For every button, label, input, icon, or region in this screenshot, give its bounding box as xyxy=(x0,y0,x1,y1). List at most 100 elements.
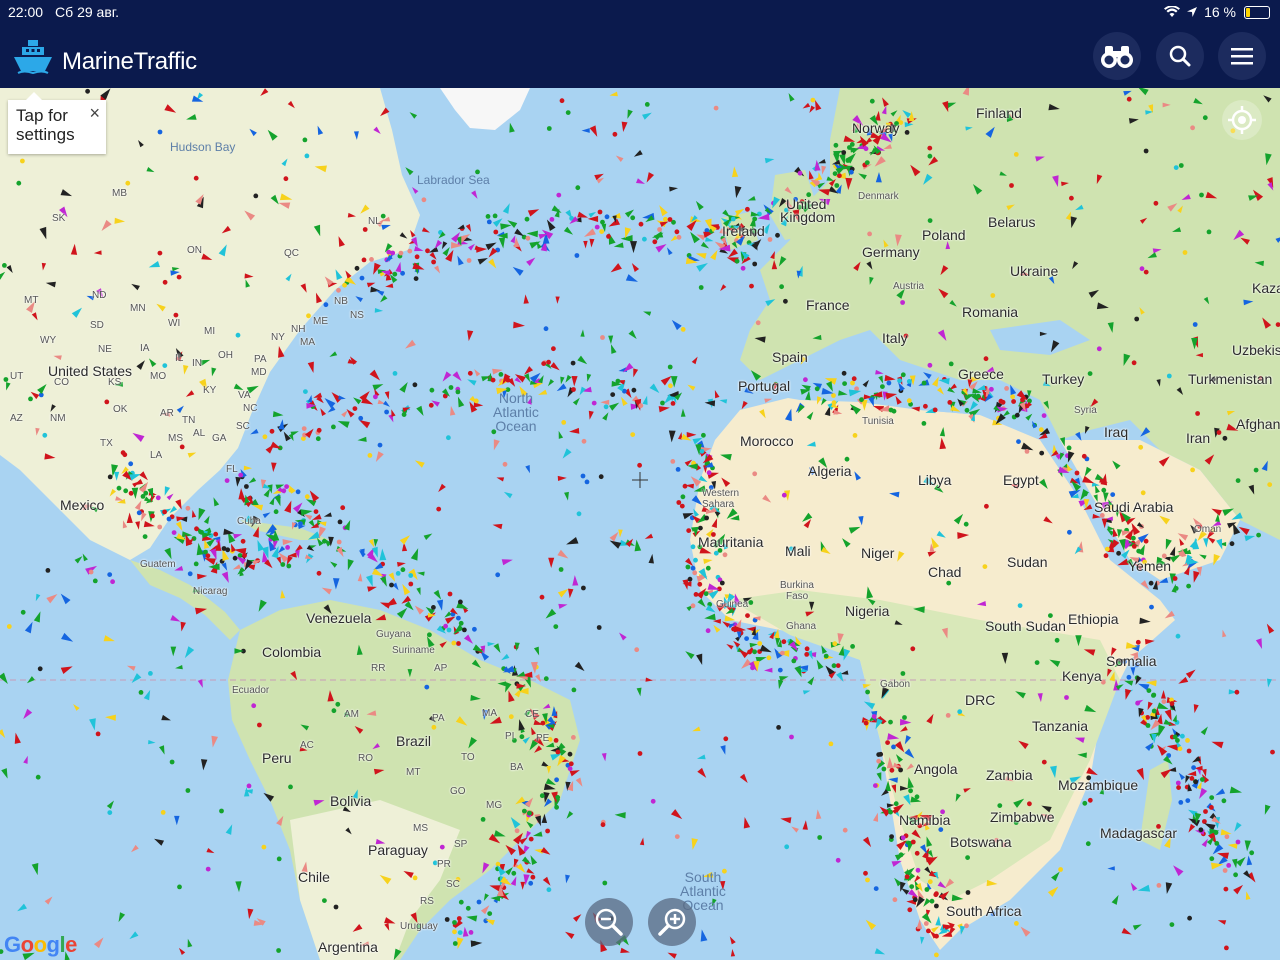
vessel-marker[interactable] xyxy=(507,122,515,133)
vessel-marker[interactable] xyxy=(602,880,608,886)
vessel-marker[interactable] xyxy=(1013,152,1019,157)
vessel-marker[interactable] xyxy=(919,936,925,945)
vessel-marker[interactable] xyxy=(902,715,907,720)
vessel-marker[interactable] xyxy=(777,667,783,673)
vessel-marker[interactable] xyxy=(613,242,624,249)
vessel-marker[interactable] xyxy=(693,592,699,597)
vessel-marker[interactable] xyxy=(1209,856,1215,862)
vessel-marker[interactable] xyxy=(249,428,259,437)
vessel-marker[interactable] xyxy=(366,280,376,288)
vessel-marker[interactable] xyxy=(997,803,1003,808)
vessel-marker[interactable] xyxy=(607,218,621,230)
vessel-marker[interactable] xyxy=(452,929,457,935)
vessel-marker[interactable] xyxy=(205,866,211,872)
vessel-marker[interactable] xyxy=(24,620,36,634)
vessel-marker[interactable] xyxy=(1016,439,1021,444)
vessel-marker[interactable] xyxy=(757,211,762,217)
vessel-marker[interactable] xyxy=(1151,692,1157,698)
vessel-marker[interactable] xyxy=(367,453,373,458)
vessel-marker[interactable] xyxy=(240,538,246,544)
vessel-marker[interactable] xyxy=(470,940,483,948)
vessel-marker[interactable] xyxy=(667,364,673,370)
vessel-marker[interactable] xyxy=(452,920,457,925)
vessel-marker[interactable] xyxy=(893,801,899,807)
vessel-marker[interactable] xyxy=(1164,882,1173,894)
vessel-marker[interactable] xyxy=(166,516,172,522)
vessel-marker[interactable] xyxy=(199,529,204,535)
vessel-marker[interactable] xyxy=(448,405,456,416)
vessel-marker[interactable] xyxy=(927,145,933,151)
vessel-marker[interactable] xyxy=(315,436,321,442)
vessel-marker[interactable] xyxy=(276,856,282,862)
vessel-marker[interactable] xyxy=(396,561,406,567)
vessel-marker[interactable] xyxy=(392,271,398,277)
vessel-marker[interactable] xyxy=(416,571,425,576)
vessel-marker[interactable] xyxy=(555,383,567,393)
vessel-marker[interactable] xyxy=(170,614,181,624)
vessel-marker[interactable] xyxy=(0,672,11,686)
vessel-marker[interactable] xyxy=(431,724,437,730)
vessel-marker[interactable] xyxy=(128,490,134,496)
vessel-marker[interactable] xyxy=(436,506,442,512)
vessel-marker[interactable] xyxy=(148,740,156,745)
vessel-marker[interactable] xyxy=(744,636,749,641)
vessel-marker[interactable] xyxy=(74,554,85,564)
vessel-marker[interactable] xyxy=(577,355,589,367)
vessel-marker[interactable] xyxy=(543,676,549,682)
vessel-marker[interactable] xyxy=(731,626,736,632)
vessel-marker[interactable] xyxy=(558,567,564,572)
vessel-marker[interactable] xyxy=(359,275,365,281)
vessel-marker[interactable] xyxy=(745,613,750,618)
vessel-marker[interactable] xyxy=(820,165,827,175)
vessel-marker[interactable] xyxy=(543,608,557,621)
vessel-marker[interactable] xyxy=(1185,667,1198,679)
vessel-marker[interactable] xyxy=(625,274,640,285)
vessel-marker[interactable] xyxy=(120,450,126,456)
vessel-marker[interactable] xyxy=(155,495,161,501)
vessel-marker[interactable] xyxy=(482,893,489,902)
vessel-marker[interactable] xyxy=(600,335,605,340)
vessel-marker[interactable] xyxy=(457,930,463,935)
vessel-marker[interactable] xyxy=(922,370,932,379)
vessel-marker[interactable] xyxy=(633,150,643,159)
vessel-marker[interactable] xyxy=(556,192,562,198)
vessel-marker[interactable] xyxy=(851,376,857,382)
vessel-marker[interactable] xyxy=(558,602,568,609)
vessel-marker[interactable] xyxy=(834,183,840,188)
vessel-marker[interactable] xyxy=(831,393,836,398)
vessel-marker[interactable] xyxy=(764,397,773,403)
vessel-marker[interactable] xyxy=(104,399,110,405)
vessel-marker[interactable] xyxy=(844,456,850,462)
vessel-marker[interactable] xyxy=(698,525,703,531)
vessel-marker[interactable] xyxy=(1126,674,1132,680)
vessel-marker[interactable] xyxy=(576,511,582,517)
vessel-marker[interactable] xyxy=(235,881,242,893)
vessel-marker[interactable] xyxy=(105,714,116,721)
vessel-marker[interactable] xyxy=(636,687,643,697)
vessel-marker[interactable] xyxy=(864,160,870,166)
vessel-marker[interactable] xyxy=(1186,748,1192,754)
vessel-marker[interactable] xyxy=(458,599,463,605)
vessel-marker[interactable] xyxy=(915,867,921,873)
vessel-marker[interactable] xyxy=(713,550,719,556)
vessel-marker[interactable] xyxy=(804,646,810,652)
vessel-marker[interactable] xyxy=(927,218,933,224)
vessel-marker[interactable] xyxy=(1041,759,1047,765)
vessel-marker[interactable] xyxy=(107,474,113,480)
vessel-marker[interactable] xyxy=(200,759,208,771)
vessel-marker[interactable] xyxy=(666,950,677,959)
vessel-marker[interactable] xyxy=(337,519,343,525)
vessel-marker[interactable] xyxy=(466,377,477,386)
vessel-marker[interactable] xyxy=(1082,800,1088,806)
vessel-marker[interactable] xyxy=(515,843,526,856)
vessel-marker[interactable] xyxy=(648,553,656,564)
vessel-marker[interactable] xyxy=(456,641,461,646)
vessel-marker[interactable] xyxy=(906,379,912,384)
vessel-marker[interactable] xyxy=(1087,797,1093,803)
vessel-marker[interactable] xyxy=(6,624,12,629)
vessel-marker[interactable] xyxy=(1209,795,1215,800)
vessel-marker[interactable] xyxy=(33,610,44,623)
vessel-marker[interactable] xyxy=(1064,695,1069,700)
vessel-marker[interactable] xyxy=(638,221,644,227)
vessel-marker[interactable] xyxy=(680,408,686,417)
